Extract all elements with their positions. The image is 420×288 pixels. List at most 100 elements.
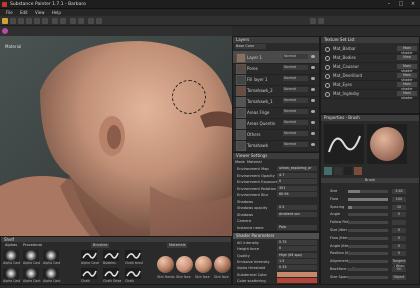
- viewer-setting-value[interactable]: urban_exploring_or: [277, 166, 317, 171]
- shader-parameter-value[interactable]: 1.5: [277, 258, 317, 264]
- brush-item[interactable]: Chalk Streak: [103, 268, 121, 288]
- material-item[interactable]: Skin Hands: [157, 256, 175, 279]
- viewer-setting-value[interactable]: 0.5: [277, 205, 317, 210]
- texture-set-shader[interactable]: Main shader: [397, 64, 417, 73]
- fullscreen-icon[interactable]: [318, 18, 324, 24]
- shader-parameter-value[interactable]: [277, 271, 317, 277]
- viewer-setting-value[interactable]: 60.94: [277, 192, 317, 197]
- brush-item[interactable]: Chalk brush: [125, 250, 143, 270]
- viewer-tab-material[interactable]: Material: [247, 160, 262, 164]
- menu-view[interactable]: View: [35, 9, 45, 16]
- texture-set-shader[interactable]: Main shader: [397, 91, 417, 100]
- viewer-setting-value[interactable]: Pola: [277, 224, 317, 230]
- texture-set-shader[interactable]: Main shader: [397, 82, 417, 91]
- layer-blend-mode[interactable]: Normal: [283, 120, 308, 125]
- brush-setting-slider[interactable]: [348, 260, 388, 264]
- radio-icon[interactable]: [325, 74, 330, 79]
- menu-file[interactable]: File: [6, 9, 13, 16]
- minimize-icon[interactable]: –: [384, 1, 394, 8]
- layer-row[interactable]: Tomahawk Normal: [233, 139, 319, 152]
- clone-icon[interactable]: [34, 18, 40, 24]
- brush-setting-value[interactable]: 0: [392, 251, 406, 257]
- brush-setting-value[interactable]: 10: [392, 204, 406, 210]
- visibility-eye-icon[interactable]: [311, 55, 315, 58]
- brush-setting-slider[interactable]: [348, 244, 388, 248]
- viewer-tab-mode[interactable]: Mode: [235, 160, 245, 164]
- brush-setting-value[interactable]: 0: [392, 212, 406, 218]
- alpha-item[interactable]: Alpha Cont: [23, 268, 41, 288]
- brush-item[interactable]: Chalk: [125, 268, 143, 288]
- layout-icon[interactable]: [96, 18, 102, 24]
- layer-blend-mode[interactable]: Normal: [283, 109, 308, 114]
- brush-item[interactable]: Bubbles: [103, 250, 121, 270]
- alpha-item[interactable]: Alpha Cast: [23, 250, 41, 270]
- shader-parameter-value[interactable]: [277, 277, 317, 283]
- radio-icon[interactable]: [325, 56, 330, 61]
- shader-parameter-value[interactable]: 0.75: [277, 240, 317, 245]
- tool-preset-icon[interactable]: [324, 167, 332, 175]
- layer-blend-mode[interactable]: Normal: [283, 87, 308, 92]
- brush-setting-slider[interactable]: [348, 275, 388, 279]
- texture-set-shader[interactable]: Main shader: [397, 73, 417, 82]
- brush-setting-slider[interactable]: [348, 197, 388, 201]
- viewer-setting-value[interactable]: 4.7: [277, 172, 317, 178]
- viewer-setting-value[interactable]: 0: [277, 179, 317, 184]
- shader-parameter-value[interactable]: 0.33: [277, 265, 317, 271]
- brush-setting-value[interactable]: 0: [392, 235, 406, 241]
- material-item[interactable]: Skin face: [176, 256, 194, 279]
- material-swatch-icon[interactable]: [354, 167, 362, 175]
- shader-parameter-value[interactable]: High (64 spp): [277, 252, 317, 258]
- brush-setting-value[interactable]: Object: [392, 274, 406, 280]
- visibility-eye-icon[interactable]: [311, 132, 315, 135]
- paint-brush-icon[interactable]: [2, 18, 8, 24]
- brush-setting-value[interactable]: 0: [392, 243, 406, 249]
- projection-icon[interactable]: [18, 18, 24, 24]
- visibility-eye-icon[interactable]: [311, 77, 315, 80]
- shelf-tab-materials[interactable]: Materials: [167, 243, 188, 248]
- shelf-tab-brushes[interactable]: Brushes: [91, 243, 110, 248]
- shelf-tab-alphas[interactable]: Alphas: [3, 243, 19, 248]
- material-item[interactable]: Skin face: [195, 256, 213, 279]
- maximize-icon[interactable]: □: [396, 1, 406, 8]
- render-icon[interactable]: [78, 18, 84, 24]
- brush-setting-slider[interactable]: [348, 229, 388, 232]
- brush-setting-slider[interactable]: [348, 221, 388, 225]
- brush-setting-value[interactable]: Tangent | Wrap: [392, 259, 406, 268]
- alpha-item[interactable]: Alpha Cast: [3, 250, 21, 270]
- brush-setting-slider[interactable]: [348, 236, 388, 240]
- brush-item[interactable]: Alpha Cover: [81, 250, 99, 270]
- view-mode-icon[interactable]: [310, 18, 316, 24]
- alpha-preset-icon[interactable]: [334, 167, 342, 175]
- viewer-setting-value[interactable]: 351: [277, 185, 317, 191]
- brush-setting-value[interactable]: 0: [392, 228, 406, 233]
- texture-set-shader[interactable]: View: [397, 55, 417, 60]
- layer-blend-mode[interactable]: Normal: [283, 54, 308, 59]
- radio-icon[interactable]: [325, 92, 330, 97]
- menu-edit[interactable]: Edit: [20, 9, 28, 16]
- picker-icon[interactable]: [42, 18, 48, 24]
- channel-select[interactable]: Base Color: [235, 44, 266, 49]
- layer-blend-mode[interactable]: Normal: [283, 142, 308, 147]
- texture-set-shader[interactable]: Main shader: [397, 46, 417, 55]
- texture-set-row[interactable]: Mat_Inglesby Main shader: [321, 89, 420, 100]
- brush-setting-slider[interactable]: [348, 213, 388, 217]
- shader-parameter-value[interactable]: 0: [277, 246, 317, 252]
- close-icon[interactable]: ×: [408, 1, 418, 8]
- alpha-item[interactable]: Alpha Cont: [43, 268, 61, 288]
- viewer-setting-value[interactable]: Ambient occ: [277, 211, 317, 217]
- brush-item[interactable]: Chalk: [81, 268, 99, 288]
- alpha-item[interactable]: Alpha Cast: [3, 268, 21, 288]
- alpha-item[interactable]: Alpha Cast: [43, 250, 61, 270]
- radio-icon[interactable]: [325, 83, 330, 88]
- visibility-eye-icon[interactable]: [311, 143, 315, 146]
- particle-icon[interactable]: [52, 18, 58, 24]
- visibility-eye-icon[interactable]: [311, 88, 315, 91]
- layer-blend-mode[interactable]: Normal: [283, 131, 308, 136]
- symmetry-icon[interactable]: [60, 18, 66, 24]
- brush-setting-slider[interactable]: [348, 205, 388, 209]
- layer-blend-mode[interactable]: Normal: [283, 98, 308, 103]
- layer-blend-mode[interactable]: Normal: [283, 65, 308, 70]
- brush-setting-slider[interactable]: [348, 252, 388, 256]
- material-item[interactable]: Skin face: [214, 256, 232, 279]
- eraser-icon[interactable]: [10, 18, 16, 24]
